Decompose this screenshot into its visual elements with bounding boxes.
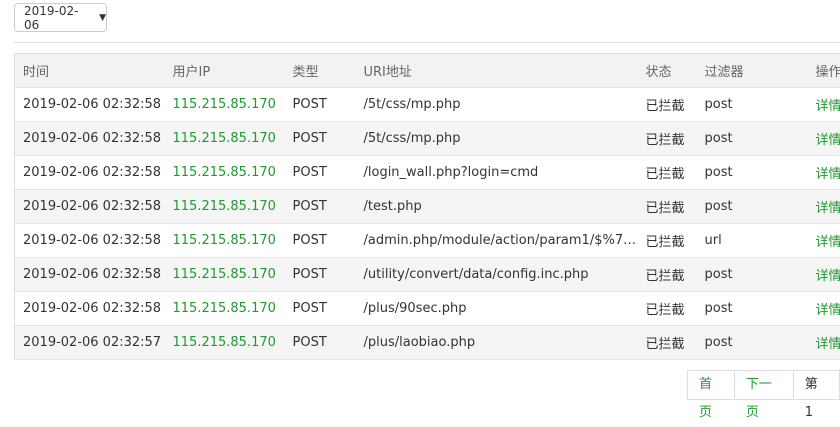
- cell-ip: 115.215.85.170: [165, 326, 285, 360]
- table-row: 2019-02-06 02:32:58 115.215.85.170 POST …: [15, 156, 840, 190]
- cell-ip: 115.215.85.170: [165, 122, 285, 156]
- cell-time: 2019-02-06 02:32:57: [15, 326, 165, 360]
- cell-type: POST: [285, 122, 356, 156]
- cell-ip: 115.215.85.170: [165, 258, 285, 292]
- cell-status: 已拦截: [638, 190, 697, 224]
- cell-uri: /login_wall.php?login=cmd: [356, 156, 638, 190]
- cell-type: POST: [285, 156, 356, 190]
- cell-uri: /test.php: [356, 190, 638, 224]
- cell-type: POST: [285, 292, 356, 326]
- cell-uri: /admin.php/module/action/param1/$%7B...: [356, 224, 638, 258]
- table-row: 2019-02-06 02:32:57 115.215.85.170 POST …: [15, 326, 840, 360]
- cell-type: POST: [285, 88, 356, 122]
- date-select[interactable]: 2019-02-06 ▼: [14, 3, 107, 32]
- detail-link[interactable]: 详情: [808, 122, 840, 156]
- detail-link[interactable]: 详情: [808, 156, 840, 190]
- column-header-status: 状态: [638, 54, 697, 88]
- cell-status: 已拦截: [638, 224, 697, 258]
- detail-link[interactable]: 详情: [808, 190, 840, 224]
- table-row: 2019-02-06 02:32:58 115.215.85.170 POST …: [15, 258, 840, 292]
- cell-filter: post: [697, 326, 808, 360]
- cell-status: 已拦截: [638, 258, 697, 292]
- table-row: 2019-02-06 02:32:58 115.215.85.170 POST …: [15, 122, 840, 156]
- column-header-type: 类型: [285, 54, 356, 88]
- cell-ip: 115.215.85.170: [165, 224, 285, 258]
- cell-uri: /utility/convert/data/config.inc.php: [356, 258, 638, 292]
- detail-link[interactable]: 详情: [808, 326, 840, 360]
- cell-type: POST: [285, 326, 356, 360]
- cell-time: 2019-02-06 02:32:58: [15, 292, 165, 326]
- column-header-time: 时间: [15, 54, 165, 88]
- divider: [14, 42, 840, 43]
- column-header-action: 操作: [808, 54, 840, 88]
- table-header-row: 时间 用户IP 类型 URI地址 状态 过滤器 操作: [15, 54, 840, 88]
- cell-filter: post: [697, 122, 808, 156]
- column-header-uri: URI地址: [356, 54, 638, 88]
- column-header-filter: 过滤器: [697, 54, 808, 88]
- cell-time: 2019-02-06 02:32:58: [15, 122, 165, 156]
- column-header-user-ip: 用户IP: [165, 54, 285, 88]
- cell-ip: 115.215.85.170: [165, 292, 285, 326]
- cell-time: 2019-02-06 02:32:58: [15, 156, 165, 190]
- cell-time: 2019-02-06 02:32:58: [15, 258, 165, 292]
- table-row: 2019-02-06 02:32:58 115.215.85.170 POST …: [15, 88, 840, 122]
- table-row: 2019-02-06 02:32:58 115.215.85.170 POST …: [15, 224, 840, 258]
- cell-uri: /plus/laobiao.php: [356, 326, 638, 360]
- cell-type: POST: [285, 224, 356, 258]
- cell-time: 2019-02-06 02:32:58: [15, 190, 165, 224]
- cell-filter: post: [697, 156, 808, 190]
- cell-ip: 115.215.85.170: [165, 190, 285, 224]
- cell-uri: /plus/90sec.php: [356, 292, 638, 326]
- detail-link[interactable]: 详情: [808, 88, 840, 122]
- cell-uri: /5t/css/mp.php: [356, 88, 638, 122]
- cell-status: 已拦截: [638, 292, 697, 326]
- cell-filter: post: [697, 258, 808, 292]
- cell-time: 2019-02-06 02:32:58: [15, 224, 165, 258]
- detail-link[interactable]: 详情: [808, 224, 840, 258]
- detail-link[interactable]: 详情: [808, 258, 840, 292]
- cell-uri: /5t/css/mp.php: [356, 122, 638, 156]
- cell-filter: post: [697, 190, 808, 224]
- table-row: 2019-02-06 02:32:58 115.215.85.170 POST …: [15, 190, 840, 224]
- intercept-log-table: 时间 用户IP 类型 URI地址 状态 过滤器 操作 2019-02-06 02…: [14, 53, 840, 360]
- page-indicator: 第 1: [794, 371, 840, 399]
- detail-link[interactable]: 详情: [808, 292, 840, 326]
- cell-filter: post: [697, 292, 808, 326]
- cell-status: 已拦截: [638, 122, 697, 156]
- cell-filter: post: [697, 88, 808, 122]
- cell-ip: 115.215.85.170: [165, 88, 285, 122]
- cell-status: 已拦截: [638, 156, 697, 190]
- first-page-button[interactable]: 首页: [688, 371, 735, 399]
- chevron-down-icon: ▼: [99, 13, 106, 23]
- pagination: 首页 下一页 第 1: [687, 370, 840, 400]
- cell-type: POST: [285, 190, 356, 224]
- cell-filter: url: [697, 224, 808, 258]
- date-select-value: 2019-02-06: [24, 4, 93, 32]
- table-row: 2019-02-06 02:32:58 115.215.85.170 POST …: [15, 292, 840, 326]
- next-page-button[interactable]: 下一页: [735, 371, 794, 399]
- cell-status: 已拦截: [638, 88, 697, 122]
- cell-type: POST: [285, 258, 356, 292]
- cell-ip: 115.215.85.170: [165, 156, 285, 190]
- cell-time: 2019-02-06 02:32:58: [15, 88, 165, 122]
- cell-status: 已拦截: [638, 326, 697, 360]
